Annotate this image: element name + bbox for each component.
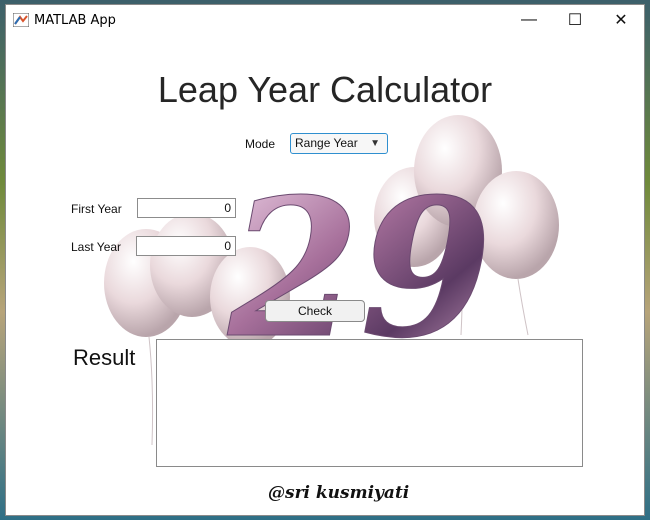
- mode-selected-value: Range Year: [295, 136, 358, 150]
- page-title: Leap Year Calculator: [157, 69, 493, 110]
- chevron-down-icon: ▼: [370, 138, 380, 149]
- maximize-icon: ☐: [567, 12, 583, 29]
- last-year-field[interactable]: 0: [136, 236, 236, 256]
- minimize-button[interactable]: —: [506, 5, 552, 35]
- maximize-button[interactable]: ☐: [552, 5, 598, 35]
- mode-label: Mode: [245, 137, 276, 151]
- first-year-field[interactable]: 0: [137, 198, 236, 218]
- check-button[interactable]: Check: [265, 300, 365, 322]
- signature-watermark: @sri kusmiyati: [268, 483, 410, 503]
- close-icon: ✕: [614, 12, 628, 29]
- result-textarea[interactable]: [156, 339, 583, 467]
- close-button[interactable]: ✕: [598, 5, 644, 35]
- last-year-label: Last Year: [71, 240, 122, 254]
- matlab-icon: [13, 13, 29, 27]
- title-bar: MATLAB App — ☐ ✕: [6, 5, 644, 35]
- first-year-label: First Year: [71, 202, 122, 216]
- app-body: 29 Leap Year Calculator Mode Range Year …: [6, 35, 644, 515]
- minimize-icon: —: [521, 11, 537, 28]
- balloon-string: [517, 278, 529, 336]
- app-window: MATLAB App — ☐ ✕ 29 Leap Year Calculator…: [5, 4, 645, 516]
- window-title: MATLAB App: [34, 13, 116, 28]
- balloon-string: [148, 336, 154, 446]
- result-label: Result: [73, 345, 136, 370]
- mode-dropdown[interactable]: Range Year ▼: [290, 133, 388, 154]
